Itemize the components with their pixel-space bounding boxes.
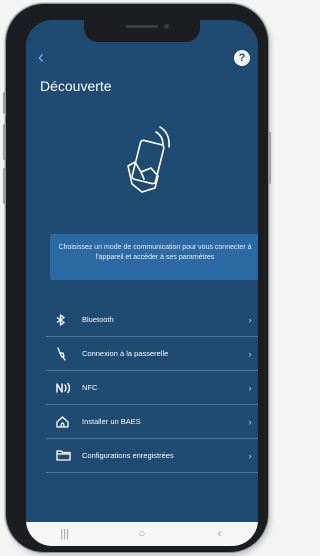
recents-button[interactable]: ||| <box>45 528 85 540</box>
phone-frame: ‹ ? Découverte Choisissez un mode de com… <box>3 4 271 552</box>
power-button <box>268 132 271 184</box>
bluetooth-icon <box>46 313 80 326</box>
notch <box>84 20 200 42</box>
menu-item-bluetooth[interactable]: Bluetooth › <box>46 303 258 337</box>
chevron-right-icon: › <box>248 450 252 461</box>
menu-item-gateway[interactable]: Connexion à la passerelle › <box>46 337 258 371</box>
info-text: Choisissez un mode de communication pour… <box>58 244 252 261</box>
menu-item-label: Installer un BAES <box>82 417 141 426</box>
back-button[interactable]: ‹ <box>38 48 44 66</box>
chevron-right-icon: › <box>248 382 252 393</box>
chevron-right-icon: › <box>248 416 252 427</box>
menu-item-label: Bluetooth <box>82 315 114 324</box>
menu-item-saved-configurations[interactable]: Configurations enregistrées › <box>46 439 258 473</box>
question-mark-icon: ? <box>238 52 246 64</box>
menu-item-label: NFC <box>82 383 98 392</box>
system-back-button[interactable]: ‹ <box>199 528 239 540</box>
volume-button <box>3 124 6 160</box>
house-icon <box>46 415 80 428</box>
menu-item-label: Connexion à la passerelle <box>82 349 169 358</box>
chevron-right-icon: › <box>248 348 252 359</box>
chevron-right-icon: › <box>248 314 252 325</box>
nfc-icon <box>46 382 80 394</box>
app-screen: ‹ ? Découverte Choisissez un mode de com… <box>26 20 258 546</box>
chevron-left-icon: ‹ <box>38 47 44 67</box>
phone-tap-icon <box>127 126 170 193</box>
gateway-plug-icon <box>46 346 80 361</box>
menu-item-nfc[interactable]: NFC › <box>46 371 258 405</box>
menu-item-label: Configurations enregistrées <box>82 451 174 460</box>
home-button[interactable]: ○ <box>122 528 162 540</box>
folder-icon <box>46 450 80 461</box>
front-camera <box>164 24 169 29</box>
help-button[interactable]: ? <box>234 50 250 66</box>
system-navigation-bar: ||| ○ ‹ <box>26 522 258 546</box>
volume-button <box>3 92 6 114</box>
info-banner: Choisissez un mode de communication pour… <box>50 234 258 280</box>
connection-menu: Bluetooth › Connexion à la passerelle › <box>46 303 258 473</box>
page-title: Découverte <box>40 78 112 94</box>
menu-item-install-baes[interactable]: Installer un BAES › <box>46 405 258 439</box>
volume-button <box>3 168 6 204</box>
speaker-grille <box>126 25 158 28</box>
